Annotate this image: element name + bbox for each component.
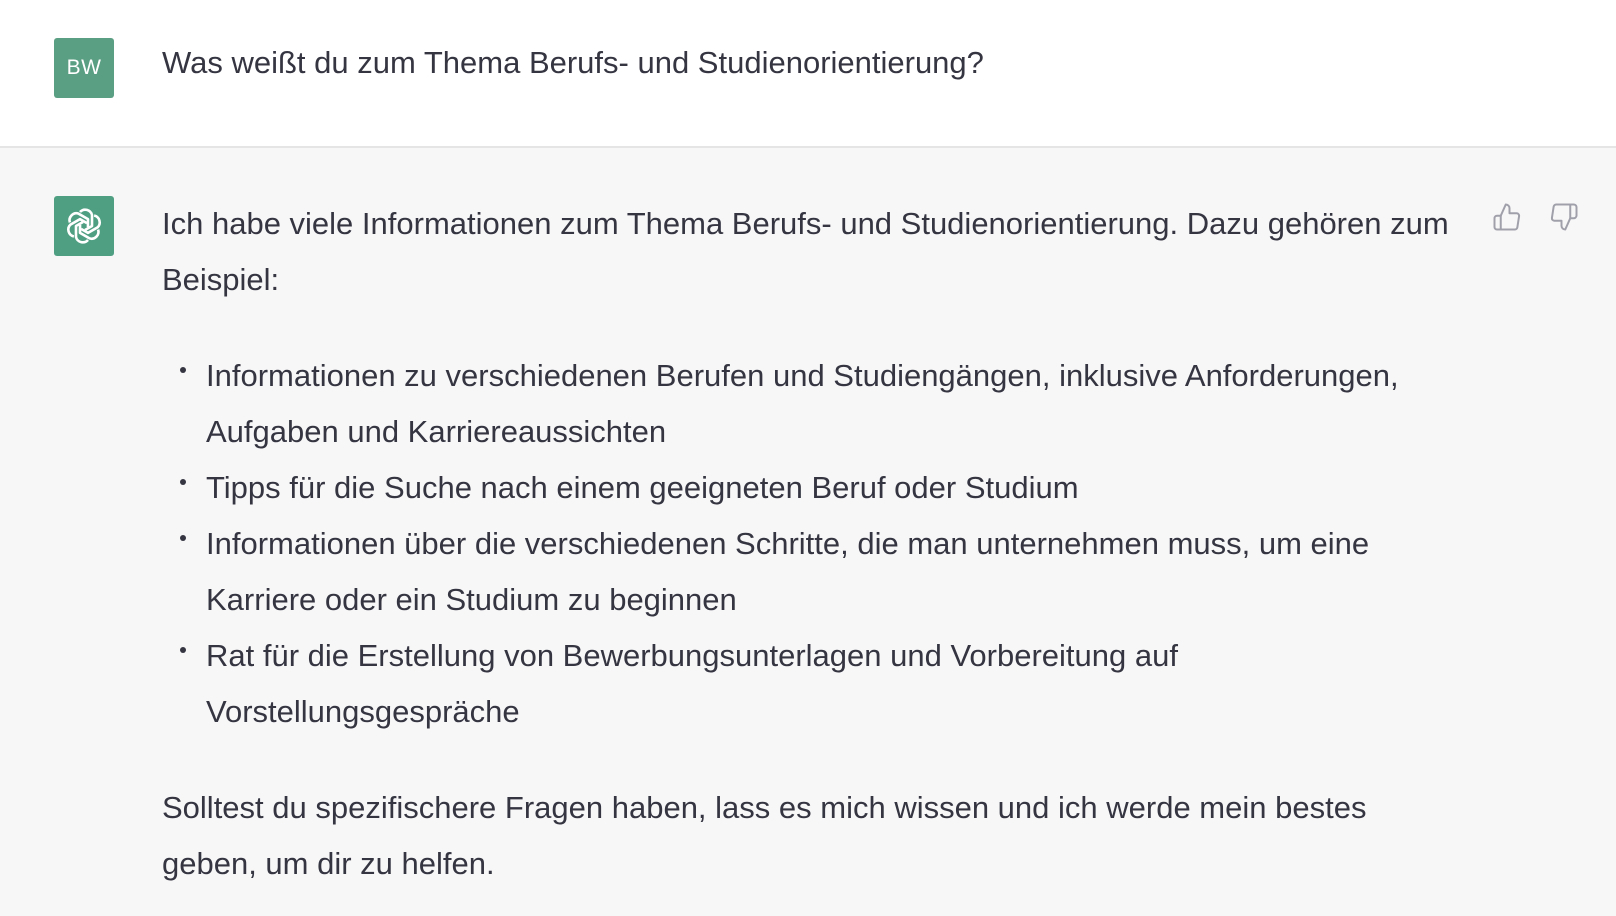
assistant-avatar — [54, 196, 114, 256]
assistant-message-row: Ich habe viele Informationen zum Thema B… — [0, 148, 1616, 916]
thumbs-up-button[interactable] — [1490, 200, 1524, 234]
assistant-outro: Solltest du spezifischere Fragen haben, … — [162, 790, 1367, 881]
assistant-bullet-list: Informationen zu verschiedenen Berufen u… — [162, 348, 1462, 740]
user-message-row: BW Was weißt du zum Thema Berufs- und St… — [0, 0, 1616, 148]
assistant-message-body: Ich habe viele Informationen zum Thema B… — [162, 196, 1462, 892]
thumbs-down-button[interactable] — [1547, 200, 1581, 234]
assistant-intro: Ich habe viele Informationen zum Thema B… — [162, 206, 1449, 297]
thumbs-up-icon — [1493, 203, 1521, 231]
thumbs-down-icon — [1550, 203, 1578, 231]
user-avatar: BW — [54, 38, 114, 98]
openai-logo-icon — [67, 208, 101, 244]
user-message-text: Was weißt du zum Thema Berufs- und Studi… — [162, 45, 984, 80]
list-item: Tipps für die Suche nach einem geeignete… — [180, 460, 1462, 516]
list-item: Rat für die Erstellung von Bewerbungsunt… — [180, 628, 1462, 740]
user-avatar-initials: BW — [66, 56, 102, 79]
list-item: Informationen zu verschiedenen Berufen u… — [180, 348, 1462, 460]
list-item: Informationen über die verschiedenen Sch… — [180, 516, 1462, 628]
